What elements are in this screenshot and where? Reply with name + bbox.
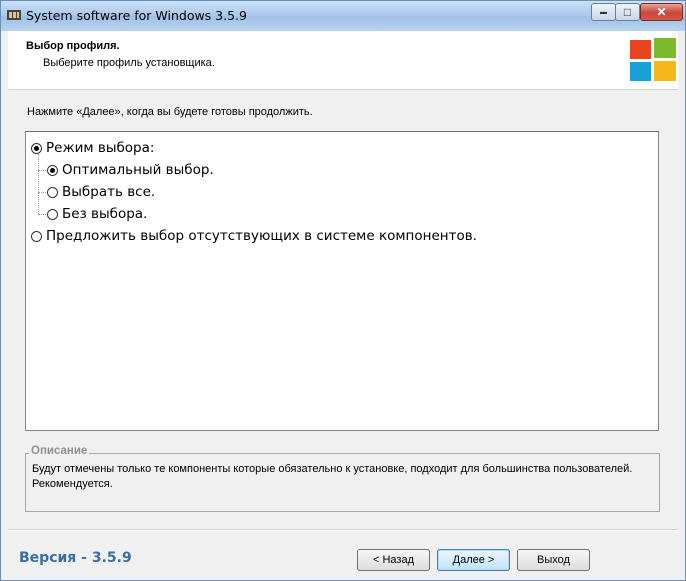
tree-connector <box>38 154 39 214</box>
radio-label: Предложить выбор отсутствующих в системе… <box>46 228 477 244</box>
tree-connector <box>38 170 46 171</box>
maximize-icon: □ <box>623 5 632 19</box>
installer-window: System software for Windows 3.5.9 ▬ □ ✕ … <box>0 0 686 581</box>
radio-no-selection[interactable]: Без выбора. <box>47 206 147 222</box>
exit-button[interactable]: Выход <box>517 549 590 571</box>
radio-select-all[interactable]: Выбрать все. <box>47 184 155 200</box>
radio-icon <box>47 186 58 198</box>
radio-icon <box>47 208 58 220</box>
tree-connector <box>38 214 46 215</box>
description-text: Будут отмечены только те компоненты кото… <box>32 463 633 490</box>
radio-label: Без выбора. <box>62 206 148 222</box>
title-bar[interactable]: System software for Windows 3.5.9 ▬ □ ✕ <box>1 1 685 31</box>
version-label: Версия - 3.5.9 <box>19 550 132 566</box>
radio-label: Оптимальный выбор. <box>62 162 214 178</box>
radio-optimal[interactable]: Оптимальный выбор. <box>47 162 214 178</box>
radio-label: Режим выбора: <box>46 140 155 156</box>
app-icon <box>7 10 21 20</box>
profile-tree: Режим выбора: Оптимальный выбор. Выбрать… <box>25 131 659 431</box>
next-button[interactable]: Далее > <box>437 549 510 571</box>
close-button[interactable]: ✕ <box>640 3 683 21</box>
radio-label: Выбрать все. <box>62 184 156 200</box>
window-title: System software for Windows 3.5.9 <box>26 8 247 23</box>
tree-connector <box>38 192 46 193</box>
footer-divider <box>8 529 678 531</box>
radio-icon <box>31 230 42 242</box>
minimize-button[interactable]: ▬ <box>591 3 616 21</box>
maximize-button[interactable]: □ <box>615 3 640 21</box>
back-button[interactable]: < Назад <box>357 549 430 571</box>
radio-suggest-missing[interactable]: Предложить выбор отсутствующих в системе… <box>31 228 477 244</box>
description-box: Будут отмечены только те компоненты кото… <box>25 453 660 512</box>
radio-icon <box>47 164 58 176</box>
page-title: Выбор профиля. <box>26 40 120 52</box>
radio-selection-mode[interactable]: Режим выбора: <box>31 140 154 156</box>
description-legend: Описание <box>29 445 90 457</box>
radio-icon <box>31 142 42 154</box>
instruction-text: Нажмите «Далее», когда вы будете готовы … <box>27 106 313 118</box>
page-subtitle: Выберите профиль установщика. <box>43 57 215 69</box>
windows-logo-icon <box>630 38 676 81</box>
minimize-icon: ▬ <box>600 8 607 16</box>
wizard-header: Выбор профиля. Выберите профиль установщ… <box>8 31 678 90</box>
close-icon: ✕ <box>656 5 667 19</box>
